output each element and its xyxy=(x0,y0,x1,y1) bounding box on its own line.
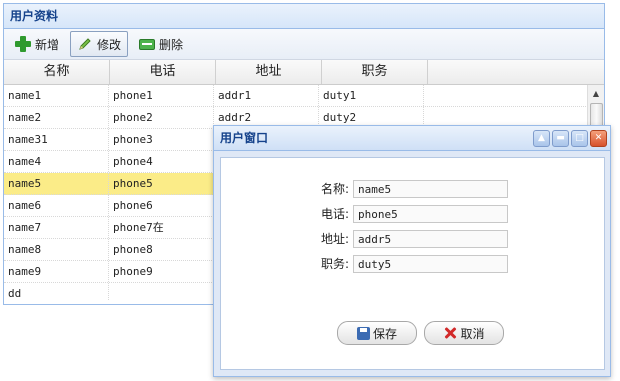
cell-name: name7 xyxy=(4,217,109,238)
cell-name: name2 xyxy=(4,107,109,128)
toolbar: 新增 修改 删除 xyxy=(4,29,604,60)
cell-phone: phone2 xyxy=(109,107,214,128)
add-icon xyxy=(15,36,31,52)
minimize-icon[interactable]: ▬ xyxy=(552,130,569,147)
delete-button[interactable]: 删除 xyxy=(132,31,190,57)
cell-duty: duty1 xyxy=(319,85,424,106)
cell-name: name1 xyxy=(4,85,109,106)
form-row-phone: 电话: phone5 xyxy=(303,201,508,226)
cell-phone: phone6 xyxy=(109,195,214,216)
add-button[interactable]: 新增 xyxy=(8,31,66,57)
delete-icon xyxy=(139,36,156,52)
phone-field[interactable]: phone5 xyxy=(353,204,508,223)
name-field[interactable]: name5 xyxy=(353,179,508,198)
column-header-duty[interactable]: 职务 xyxy=(322,60,428,84)
cell-name: name6 xyxy=(4,195,109,216)
name-label: 名称: xyxy=(320,182,349,196)
cell-phone xyxy=(109,283,214,301)
save-button-label: 保存 xyxy=(372,326,397,341)
user-form: 名称: name5 电话: phone5 地址: addr5 职务: duty5 xyxy=(303,176,508,276)
cell-phone: phone9 xyxy=(109,261,214,282)
address-label: 地址: xyxy=(320,232,349,246)
column-header-address[interactable]: 地址 xyxy=(216,60,322,84)
window-body: 名称: name5 电话: phone5 地址: addr5 职务: duty5… xyxy=(220,157,605,370)
edit-button[interactable]: 修改 xyxy=(70,31,129,57)
cell-phone: phone8 xyxy=(109,239,214,260)
cell-name: name8 xyxy=(4,239,109,260)
save-icon xyxy=(356,326,370,340)
cell-phone: phone1 xyxy=(109,85,214,106)
cell-phone: phone3 xyxy=(109,129,214,150)
duty-field[interactable]: duty5 xyxy=(353,254,508,273)
collapse-icon[interactable]: ▲ xyxy=(533,130,550,147)
cell-name: name9 xyxy=(4,261,109,282)
window-buttons: 保存 取消 xyxy=(337,321,504,345)
cell-name: name31 xyxy=(4,129,109,150)
cell-name: dd xyxy=(4,283,109,301)
add-button-label: 新增 xyxy=(35,37,60,52)
cell-phone: phone5 xyxy=(109,173,214,194)
cancel-icon xyxy=(443,326,457,340)
column-header-phone[interactable]: 电话 xyxy=(110,60,216,84)
form-row-name: 名称: name5 xyxy=(303,176,508,201)
column-header-name[interactable]: 名称 xyxy=(4,60,110,84)
cell-phone: phone7在 xyxy=(109,217,214,238)
grid-header: 名称 电话 地址 职务 xyxy=(4,60,604,85)
form-row-duty: 职务: duty5 xyxy=(303,251,508,276)
cancel-button[interactable]: 取消 xyxy=(424,321,504,345)
edit-button-label: 修改 xyxy=(97,37,122,52)
cancel-button-label: 取消 xyxy=(460,326,485,341)
save-button[interactable]: 保存 xyxy=(337,321,417,345)
close-icon[interactable]: ✕ xyxy=(590,130,607,147)
window-title: 用户窗口 xyxy=(220,131,269,145)
maximize-icon[interactable]: □ xyxy=(571,130,588,147)
phone-label: 电话: xyxy=(320,207,349,221)
cell-phone: phone4 xyxy=(109,151,214,172)
pencil-icon xyxy=(77,36,93,52)
address-field[interactable]: addr5 xyxy=(353,229,508,248)
cell-address: addr1 xyxy=(214,85,319,106)
delete-button-label: 删除 xyxy=(159,37,184,52)
window-tools: ▲ ▬ □ ✕ xyxy=(533,130,607,147)
table-row[interactable]: name1 phone1 addr1 duty1 xyxy=(4,85,604,107)
cell-name: name5 xyxy=(4,173,109,194)
window-titlebar[interactable]: 用户窗口 ▲ ▬ □ ✕ xyxy=(214,126,610,151)
scroll-up-arrow-icon[interactable]: ▲ xyxy=(588,85,604,101)
cell-name: name4 xyxy=(4,151,109,172)
duty-label: 职务: xyxy=(320,257,349,271)
form-row-address: 地址: addr5 xyxy=(303,226,508,251)
panel-title: 用户资料 xyxy=(4,4,604,29)
user-window: 用户窗口 ▲ ▬ □ ✕ 名称: name5 电话: phone5 地址: ad… xyxy=(213,125,611,377)
